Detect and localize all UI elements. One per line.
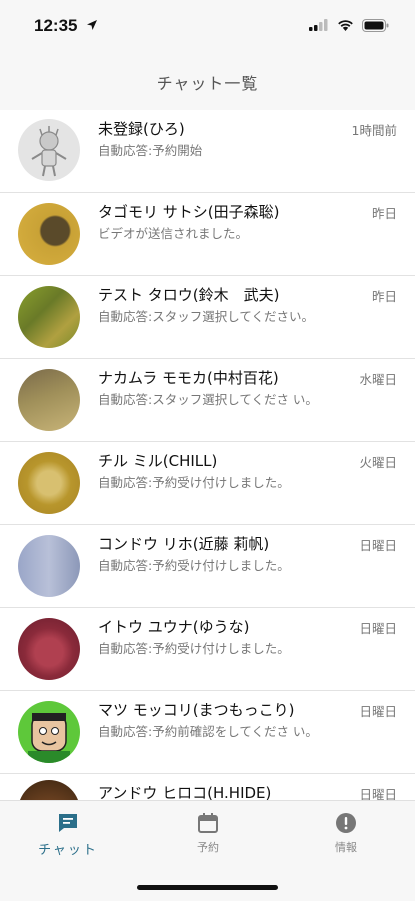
avatar	[18, 203, 80, 265]
chat-timestamp: 日曜日	[359, 621, 397, 636]
chat-name: コンドウ リホ(近藤 莉帆)	[98, 535, 270, 553]
avatar	[18, 286, 80, 348]
chat-name: テスト タロウ(鈴木 武夫)	[98, 286, 280, 304]
chat-timestamp: 火曜日	[359, 455, 397, 470]
chat-last-message: 自動応答:スタッフ選択してください。	[98, 309, 314, 324]
chat-last-message: 自動応答:予約受け付けしました。	[98, 558, 290, 573]
tab-info-label: 情報	[335, 841, 357, 854]
avatar	[18, 780, 80, 800]
tab-info[interactable]: 情報	[286, 807, 406, 859]
chat-name: チル ミル(CHILL)	[98, 452, 218, 470]
chat-timestamp: 昨日	[371, 289, 397, 304]
tab-reservation-label: 予約	[197, 841, 219, 854]
chat-timestamp: 日曜日	[359, 538, 397, 553]
chat-last-message: 自動応答:予約前確認をしてくださ い。	[98, 724, 318, 739]
chat-last-message: 自動応答:予約受け付けしました。	[98, 641, 290, 656]
chat-row[interactable]: チル ミル(CHILL) 自動応答:予約受け付けしました。 火曜日	[0, 442, 415, 525]
avatar	[18, 452, 80, 514]
chat-bubble-icon	[59, 814, 77, 832]
chat-last-message: 自動応答:予約受け付けしました。	[98, 475, 290, 490]
chat-row[interactable]: アンドウ ヒロコ(H.HIDE) 日曜日	[0, 774, 415, 800]
avatar	[18, 618, 80, 680]
chat-last-message: 自動応答:スタッフ選択してくださ い。	[98, 392, 318, 407]
wifi-icon	[338, 20, 353, 31]
chat-last-message: 自動応答:予約開始	[98, 143, 203, 158]
chat-timestamp: 日曜日	[359, 704, 397, 719]
navigation-bar: チャット一覧	[0, 56, 415, 111]
tab-reservation[interactable]: 予約	[148, 807, 268, 859]
chat-row[interactable]: テスト タロウ(鈴木 武夫) 自動応答:スタッフ選択してください。 昨日	[0, 276, 415, 359]
chat-name: タゴモリ サトシ(田子森聡)	[98, 203, 280, 221]
cellular-signal-icon	[309, 19, 328, 31]
chat-row[interactable]: タゴモリ サトシ(田子森聡) ビデオが送信されました。 昨日	[0, 193, 415, 276]
status-bar: 12:35	[0, 0, 415, 56]
battery-icon	[362, 18, 389, 32]
status-time: 12:35	[34, 16, 78, 35]
avatar	[18, 369, 80, 431]
chat-name: ナカムラ モモカ(中村百花)	[98, 369, 279, 387]
chat-name: アンドウ ヒロコ(H.HIDE)	[98, 784, 272, 800]
chat-row[interactable]: イトウ ユウナ(ゆうな) 自動応答:予約受け付けしました。 日曜日	[0, 608, 415, 691]
chat-row[interactable]: マツ モッコリ(まつもっこり) 自動応答:予約前確認をしてくださ い。 日曜日	[0, 691, 415, 774]
tab-chat[interactable]: チャット	[8, 807, 128, 859]
chat-row[interactable]: ナカムラ モモカ(中村百花) 自動応答:スタッフ選択してくださ い。 水曜日	[0, 359, 415, 442]
chat-timestamp: 1時間前	[351, 123, 397, 138]
tab-chat-label: チャット	[38, 843, 98, 858]
home-indicator	[137, 885, 278, 890]
calendar-icon	[198, 813, 218, 833]
chat-name: 未登録(ひろ)	[98, 120, 185, 138]
chat-row[interactable]: 未登録(ひろ) 自動応答:予約開始 1時間前	[0, 110, 415, 193]
location-arrow-icon	[87, 20, 97, 30]
chat-name: イトウ ユウナ(ゆうな)	[98, 618, 250, 636]
chat-timestamp: 昨日	[371, 206, 397, 221]
chat-list[interactable]: 未登録(ひろ) 自動応答:予約開始 1時間前 タゴモリ サトシ(田子森聡) ビデ…	[0, 110, 415, 800]
page-title: チャット一覧	[156, 74, 259, 93]
chat-name: マツ モッコリ(まつもっこり)	[98, 701, 295, 719]
status-icons	[309, 18, 389, 32]
chat-timestamp: 水曜日	[359, 372, 397, 387]
avatar	[18, 119, 80, 181]
chat-last-message: ビデオが送信されました。	[98, 226, 249, 241]
chat-row[interactable]: コンドウ リホ(近藤 莉帆) 自動応答:予約受け付けしました。 日曜日	[0, 525, 415, 608]
info-alert-icon	[336, 813, 356, 833]
avatar-default-figure	[31, 126, 67, 177]
avatar-cartoon-face	[28, 713, 70, 763]
avatar	[18, 535, 80, 597]
chat-timestamp: 日曜日	[359, 787, 397, 800]
avatar	[18, 701, 80, 763]
